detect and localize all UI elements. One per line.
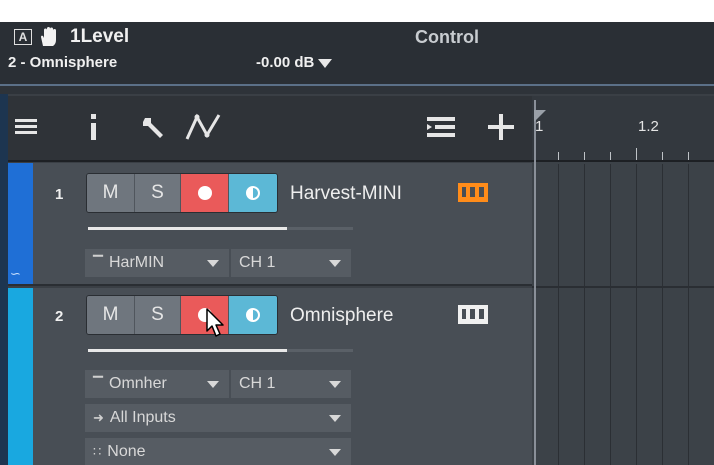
header-title-row: A 1Level — [14, 26, 129, 48]
monitor-button[interactable] — [229, 174, 277, 212]
ruler-tick — [636, 148, 637, 160]
inspector-header: A 1Level Control 2 - Omnisphere -0.00 dB — [0, 22, 714, 84]
grid-line — [584, 164, 585, 465]
channel-value: CH 1 — [239, 254, 276, 271]
channel-value: CH 1 — [239, 375, 276, 392]
volume-fader[interactable] — [88, 349, 353, 352]
mixer-icon: ∷ — [93, 444, 102, 459]
record-arm-button[interactable] — [181, 174, 229, 212]
track-row[interactable]: 2 M S Omnisphere ▔ Omnher CH 1 ➜ All Inp… — [8, 288, 532, 465]
output-value: None — [107, 443, 146, 460]
solo-button[interactable]: S — [135, 296, 181, 334]
playhead-flag[interactable] — [534, 110, 546, 122]
track-row[interactable]: 1 M S Harvest-MINI ▔ HarMIN CH 1 — [8, 163, 532, 286]
track-name[interactable]: Harvest-MINI — [290, 183, 402, 205]
ruler-tick — [688, 152, 689, 160]
input-value: All Inputs — [109, 409, 176, 426]
grid-line — [662, 164, 663, 465]
chevron-down-icon — [318, 58, 333, 68]
chevron-down-icon — [329, 380, 341, 388]
piano-icon: ▔ — [93, 376, 103, 391]
gain-value: -0.00 dB — [256, 54, 315, 71]
ruler-tick — [584, 152, 585, 160]
mouse-cursor-icon — [206, 308, 224, 337]
list-icon[interactable] — [12, 112, 40, 142]
monitor-button[interactable] — [229, 296, 277, 334]
ruler-label: 1.2 — [638, 118, 659, 135]
track-name[interactable]: Omnisphere — [290, 305, 394, 327]
ruler-tick — [558, 152, 559, 160]
piano-icon: ▔ — [93, 255, 103, 270]
piano-icon[interactable] — [458, 183, 488, 203]
track-buttons: M S — [86, 295, 278, 335]
instrument-select[interactable]: ▔ Omnher — [85, 370, 229, 398]
solo-button[interactable]: S — [135, 174, 181, 212]
volume-fader[interactable] — [88, 227, 353, 230]
chevron-down-icon — [329, 414, 341, 422]
track-title: 1Level — [70, 26, 130, 47]
header-gap — [0, 86, 714, 94]
volume-fader-fill — [88, 227, 287, 230]
chevron-down-icon — [329, 259, 341, 267]
mute-button[interactable]: M — [87, 174, 135, 212]
grid-line — [688, 164, 689, 465]
volume-fader-fill — [88, 349, 287, 352]
record-icon — [197, 186, 212, 200]
automation-icon[interactable] — [184, 112, 226, 142]
channel-select[interactable]: CH 1 — [231, 249, 351, 277]
track-buttons: M S — [86, 173, 278, 213]
instrument-value: Omnher — [109, 375, 167, 392]
ruler-tick — [610, 152, 611, 160]
playhead[interactable] — [534, 100, 536, 465]
grid-line — [558, 164, 559, 465]
ruler-tick — [662, 152, 663, 160]
chevron-down-icon — [329, 448, 341, 456]
instrument-value: HarMIN — [109, 254, 165, 271]
left-edge-strip — [0, 94, 8, 465]
monitor-icon — [246, 308, 260, 322]
gain-dropdown[interactable]: -0.00 dB — [256, 54, 333, 71]
output-select[interactable]: ∷ None — [85, 438, 351, 465]
chevron-down-icon — [207, 380, 219, 388]
window-top-strip — [0, 0, 714, 22]
automation-lane-icon[interactable]: ∽ — [10, 266, 24, 281]
grid-line — [636, 164, 637, 465]
wrench-icon[interactable] — [140, 112, 168, 142]
channel-select[interactable]: CH 1 — [231, 370, 351, 398]
track-number: 1 — [55, 186, 64, 203]
add-icon[interactable] — [486, 112, 516, 142]
track-list-icon[interactable] — [426, 112, 456, 142]
hand-icon[interactable] — [38, 27, 60, 47]
timeline-ruler[interactable]: 1 1.2 — [532, 96, 714, 162]
track-toolbar — [8, 96, 532, 162]
track-number: 2 — [55, 308, 64, 325]
instrument-select[interactable]: ▔ HarMIN — [85, 249, 229, 277]
input-select[interactable]: ➜ All Inputs — [85, 404, 351, 432]
track-subtitle: 2 - Omnisphere — [8, 54, 118, 71]
mode-label: Control — [415, 27, 479, 47]
info-icon[interactable] — [86, 112, 102, 142]
track-color-bar[interactable] — [8, 288, 33, 465]
arrow-input-icon: ➜ — [93, 410, 104, 425]
chevron-down-icon — [207, 259, 219, 267]
arrange-timeline[interactable]: 1 1.2 — [532, 96, 714, 465]
piano-icon[interactable] — [458, 305, 488, 325]
monitor-icon — [246, 186, 260, 200]
track-lane-divider — [532, 286, 714, 288]
mute-button[interactable]: M — [87, 296, 135, 334]
automation-mode-badge[interactable]: A — [14, 29, 32, 45]
grid-line — [610, 164, 611, 465]
